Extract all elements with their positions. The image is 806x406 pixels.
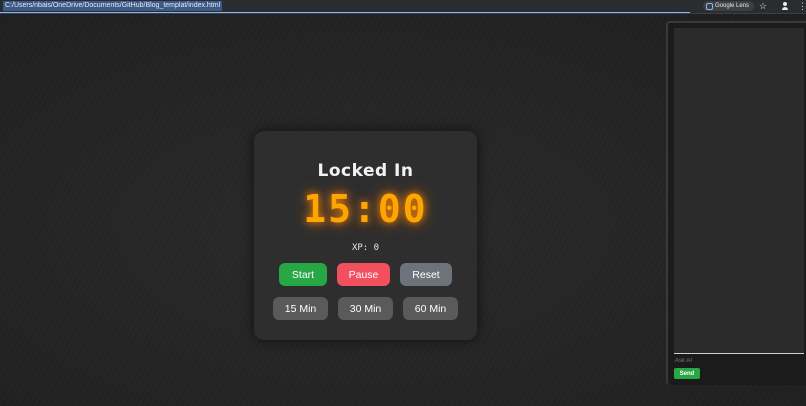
browser-toolbar: C:/Users/nbais/OneDrive/Documents/GitHub… — [0, 0, 806, 14]
preset-60-min-button[interactable]: 60 Min — [403, 297, 458, 320]
address-bar[interactable]: C:/Users/nbais/OneDrive/Documents/GitHub… — [0, 0, 690, 13]
start-button[interactable]: Start — [279, 263, 327, 286]
url-text[interactable]: C:/Users/nbais/OneDrive/Documents/GitHub… — [3, 1, 223, 11]
preset-30-min-button[interactable]: 30 Min — [338, 297, 393, 320]
ai-chat-panel: Send — [666, 21, 806, 385]
lens-icon — [706, 2, 713, 10]
xp-counter: XP: 0 — [351, 243, 380, 253]
timer-title: Locked In — [317, 161, 414, 181]
timer-card: Locked In 15:00 XP: 0 Start Pause Reset … — [254, 131, 477, 340]
ask-ai-input[interactable] — [675, 356, 801, 366]
kebab-menu-icon[interactable]: ⋮ — [798, 1, 806, 11]
profile-icon[interactable] — [782, 2, 788, 10]
pause-button[interactable]: Pause — [337, 263, 390, 286]
preset-15-min-button[interactable]: 15 Min — [273, 297, 328, 320]
chat-log[interactable] — [674, 28, 804, 354]
send-button[interactable]: Send — [674, 368, 700, 379]
reset-button[interactable]: Reset — [400, 263, 452, 286]
timer-display: 15:00 — [303, 187, 428, 231]
google-lens-button[interactable]: Google Lens — [703, 1, 754, 11]
star-icon[interactable]: ☆ — [759, 0, 767, 12]
google-lens-label: Google Lens — [715, 3, 750, 9]
